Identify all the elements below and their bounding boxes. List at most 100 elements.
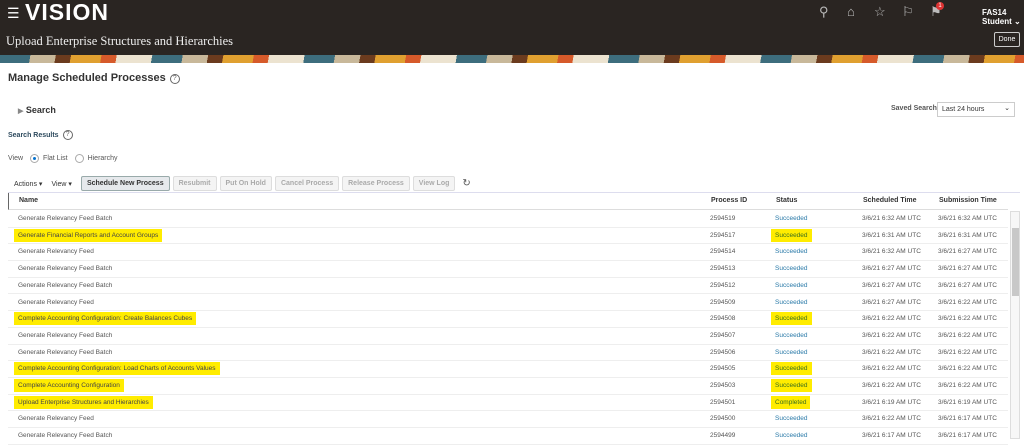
process-id: 2594514 (710, 248, 735, 255)
column-header-process-id[interactable]: Process ID (711, 197, 747, 204)
table-row[interactable]: Complete Accounting Configuration: Creat… (8, 311, 1008, 328)
search-toggle[interactable]: ▶ Search (18, 105, 56, 115)
release-process-button[interactable]: Release Process (342, 176, 410, 191)
process-name: Complete Accounting Configuration: Load … (14, 362, 220, 375)
submission-time: 3/6/21 6:22 AM UTC (938, 349, 997, 356)
user-menu[interactable]: FAS14 Student ⌄ (982, 8, 1024, 26)
column-header-name[interactable]: Name (19, 197, 38, 204)
process-id: 2594506 (710, 349, 735, 356)
scrollbar-thumb[interactable] (1012, 228, 1019, 296)
scheduled-time: 3/6/21 6:22 AM UTC (862, 365, 921, 372)
view-menu[interactable]: View ▾ (51, 180, 72, 188)
submission-time: 3/6/21 6:22 AM UTC (938, 382, 997, 389)
table-row[interactable]: Complete Accounting Configuration 259450… (8, 378, 1008, 395)
status-link[interactable]: Succeeded (775, 299, 808, 306)
flat-list-label[interactable]: Flat List (43, 155, 68, 162)
search-label: Search (26, 105, 56, 115)
submission-time: 3/6/21 6:27 AM UTC (938, 282, 997, 289)
table-row[interactable]: Generate Financial Reports and Account G… (8, 228, 1008, 245)
view-menu-label: View (51, 181, 66, 188)
resubmit-button[interactable]: Resubmit (173, 176, 217, 191)
process-name: Generate Relevancy Feed Batch (18, 282, 112, 289)
status-link[interactable]: Succeeded (775, 349, 808, 356)
column-header-submission-time[interactable]: Submission Time (939, 197, 997, 204)
process-id: 2594500 (710, 415, 735, 422)
status-link[interactable]: Succeeded (771, 229, 812, 242)
submission-time: 3/6/21 6:22 AM UTC (938, 365, 997, 372)
process-name: Complete Accounting Configuration (14, 379, 124, 392)
submission-time: 3/6/21 6:27 AM UTC (938, 265, 997, 272)
process-id: 2594517 (710, 232, 735, 239)
hierarchy-label[interactable]: Hierarchy (88, 155, 118, 162)
process-id: 2594507 (710, 332, 735, 339)
help-icon[interactable]: ? (63, 130, 73, 140)
table-row[interactable]: Generate Relevancy Feed Batch 2594512 Su… (8, 278, 1008, 295)
process-id: 2594508 (710, 315, 735, 322)
radio-hierarchy[interactable] (75, 154, 84, 163)
process-name: Generate Financial Reports and Account G… (14, 229, 162, 242)
status-link[interactable]: Succeeded (775, 332, 808, 339)
column-header-scheduled-time[interactable]: Scheduled Time (863, 197, 917, 204)
submission-time: 3/6/21 6:22 AM UTC (938, 315, 997, 322)
status-link[interactable]: Succeeded (775, 265, 808, 272)
submission-time: 3/6/21 6:31 AM UTC (938, 232, 997, 239)
status-link[interactable]: Completed (771, 396, 810, 409)
process-name: Upload Enterprise Structures and Hierarc… (14, 396, 153, 409)
submission-time: 3/6/21 6:17 AM UTC (938, 415, 997, 422)
column-header-status[interactable]: Status (776, 197, 797, 204)
scheduled-time: 3/6/21 6:27 AM UTC (862, 282, 921, 289)
logo[interactable]: VISION (25, 0, 109, 26)
schedule-new-process-button[interactable]: Schedule New Process (81, 176, 170, 191)
section-title: Manage Scheduled Processes? (8, 72, 180, 84)
table-row[interactable]: Generate Relevancy Feed 2594500 Succeede… (8, 411, 1008, 428)
status-link[interactable]: Succeeded (775, 248, 808, 255)
star-icon[interactable]: ☆ (874, 4, 886, 20)
status-link[interactable]: Succeeded (775, 432, 808, 439)
process-id: 2594509 (710, 299, 735, 306)
scheduled-time: 3/6/21 6:27 AM UTC (862, 265, 921, 272)
table-row[interactable]: Generate Relevancy Feed Batch 2594513 Su… (8, 261, 1008, 278)
scheduled-time: 3/6/21 6:31 AM UTC (862, 232, 921, 239)
status-link[interactable]: Succeeded (775, 215, 808, 222)
notification-badge: 1 (936, 2, 944, 10)
flag-icon[interactable]: ⚐ (902, 4, 914, 20)
table-row[interactable]: Complete Accounting Configuration: Load … (8, 361, 1008, 378)
table-row[interactable]: Generate Relevancy Feed Batch 2594499 Su… (8, 428, 1008, 445)
saved-search-select[interactable]: Last 24 hours⌄ (937, 102, 1015, 117)
status-link[interactable]: Succeeded (775, 282, 808, 289)
view-log-button[interactable]: View Log (413, 176, 456, 191)
process-id: 2594501 (710, 399, 735, 406)
done-button[interactable]: Done (994, 32, 1020, 47)
process-name: Generate Relevancy Feed Batch (18, 332, 112, 339)
process-name: Generate Relevancy Feed Batch (18, 432, 112, 439)
process-id: 2594513 (710, 265, 735, 272)
process-name: Generate Relevancy Feed (18, 248, 94, 255)
status-link[interactable]: Succeeded (771, 362, 812, 375)
process-name: Generate Relevancy Feed Batch (18, 215, 112, 222)
scheduled-time: 3/6/21 6:32 AM UTC (862, 215, 921, 222)
menu-icon[interactable]: ☰ (7, 5, 20, 22)
home-icon[interactable]: ⌂ (847, 4, 855, 19)
expand-triangle-icon: ▶ (18, 108, 23, 115)
search-icon[interactable]: ⚲ (819, 4, 829, 20)
table-row[interactable]: Generate Relevancy Feed 2594514 Succeede… (8, 244, 1008, 261)
table-row[interactable]: Generate Relevancy Feed Batch 2594507 Su… (8, 328, 1008, 345)
title-text: Manage Scheduled Processes (8, 72, 166, 84)
table-row[interactable]: Generate Relevancy Feed Batch 2594519 Su… (8, 211, 1008, 228)
help-icon[interactable]: ? (170, 74, 180, 84)
radio-flat-list[interactable] (30, 154, 39, 163)
table-row[interactable]: Upload Enterprise Structures and Hierarc… (8, 395, 1008, 412)
table-row[interactable]: Generate Relevancy Feed Batch 2594506 Su… (8, 345, 1008, 362)
status-link[interactable]: Succeeded (771, 312, 812, 325)
actions-menu[interactable]: Actions ▾ (14, 180, 42, 188)
refresh-icon[interactable]: ↻ (462, 178, 470, 189)
scheduled-time: 3/6/21 6:22 AM UTC (862, 315, 921, 322)
table-row[interactable]: Generate Relevancy Feed 2594509 Succeede… (8, 295, 1008, 312)
scheduled-time: 3/6/21 6:32 AM UTC (862, 248, 921, 255)
scheduled-time: 3/6/21 6:27 AM UTC (862, 299, 921, 306)
status-link[interactable]: Succeeded (775, 415, 808, 422)
put-on-hold-button[interactable]: Put On Hold (220, 176, 272, 191)
vertical-scrollbar[interactable] (1010, 211, 1020, 439)
status-link[interactable]: Succeeded (771, 379, 812, 392)
cancel-process-button[interactable]: Cancel Process (275, 176, 339, 191)
